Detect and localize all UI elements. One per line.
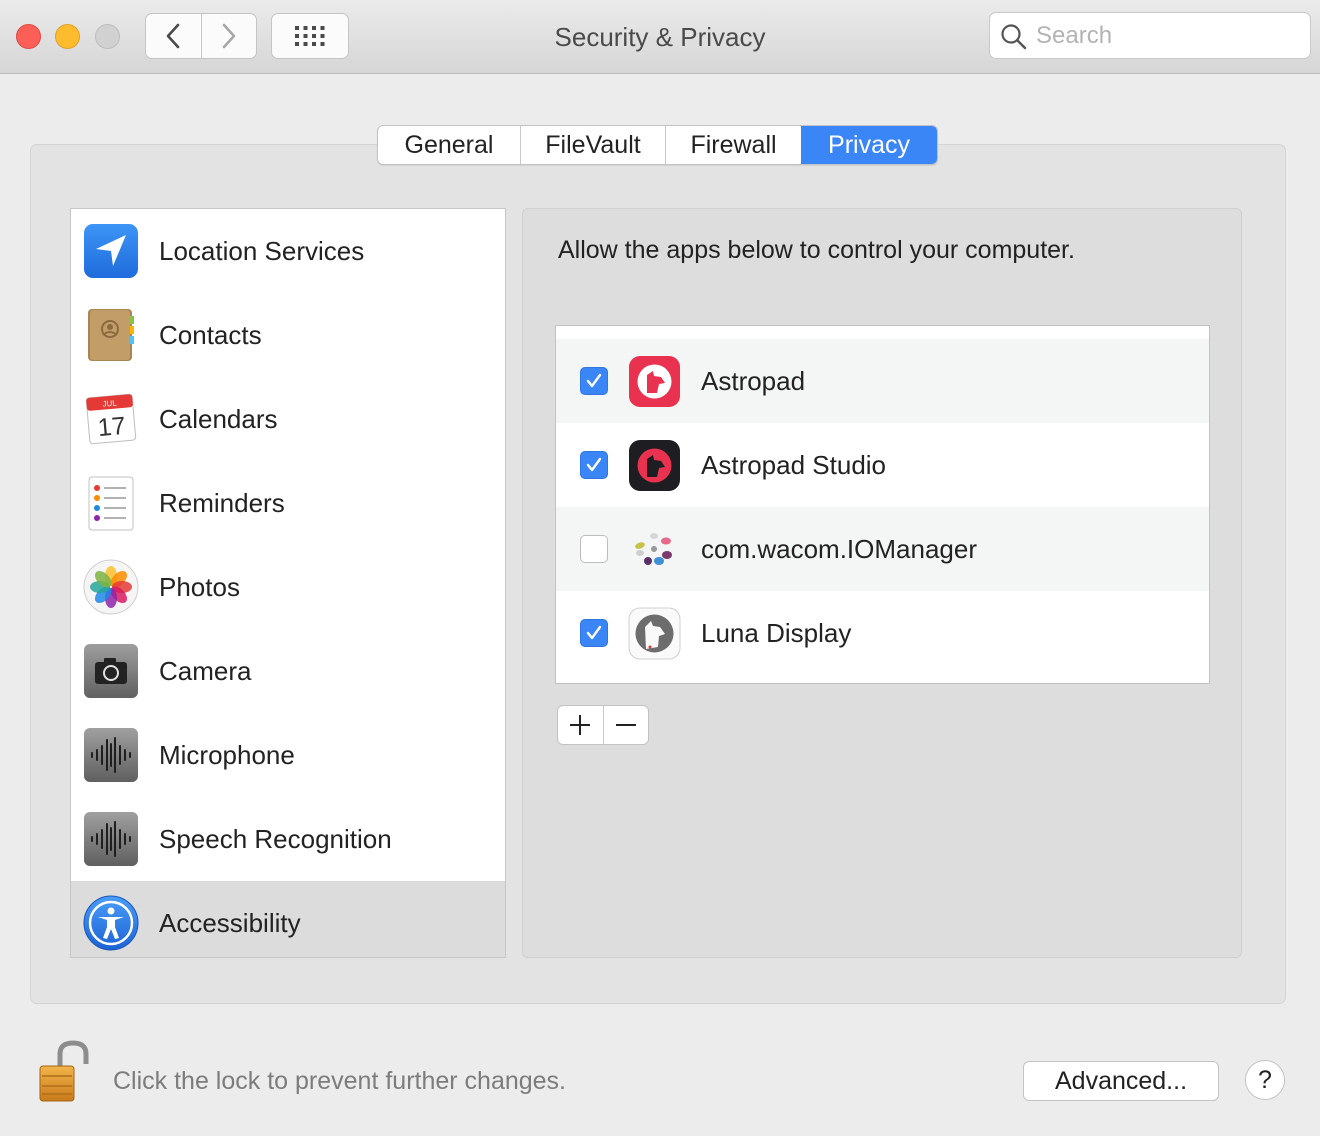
sidebar-item-contacts[interactable]: Contacts bbox=[71, 293, 505, 377]
camera-icon bbox=[84, 644, 138, 698]
sidebar-item-accessibility[interactable]: Accessibility bbox=[71, 881, 505, 957]
sidebar-item-label: Photos bbox=[159, 572, 240, 602]
search-field[interactable] bbox=[989, 12, 1311, 59]
checkmark-icon bbox=[586, 457, 602, 472]
calendar-month-label: JUL bbox=[102, 398, 118, 408]
help-button[interactable]: ? bbox=[1245, 1060, 1285, 1100]
list-item[interactable]: Astropad Studio bbox=[556, 423, 1209, 507]
tab-bar: General FileVault Firewall Privacy bbox=[377, 125, 938, 165]
photos-flower-icon bbox=[83, 559, 139, 615]
sidebar-item-microphone[interactable]: Microphone bbox=[71, 713, 505, 797]
microphone-waveform-icon bbox=[84, 728, 138, 782]
title-bar: Security & Privacy bbox=[0, 0, 1320, 74]
wacom-icon bbox=[635, 533, 672, 565]
list-item[interactable]: Luna Display bbox=[556, 591, 1209, 675]
app-checkbox[interactable] bbox=[580, 619, 608, 647]
tab-firewall[interactable]: Firewall bbox=[665, 126, 801, 164]
app-name: com.wacom.IOManager bbox=[701, 534, 977, 564]
calendar-day-label: 17 bbox=[97, 412, 127, 442]
accessibility-figure-icon bbox=[83, 895, 139, 951]
app-name: Luna Display bbox=[701, 618, 852, 648]
search-input[interactable] bbox=[1036, 21, 1296, 51]
astropad-studio-icon bbox=[629, 440, 680, 491]
privacy-category-list: Location Services Contacts JUL 17 Calend… bbox=[70, 208, 506, 958]
app-checkbox[interactable] bbox=[580, 451, 608, 479]
sidebar-item-camera[interactable]: Camera bbox=[71, 629, 505, 713]
astropad-icon bbox=[629, 356, 680, 407]
sidebar-item-photos[interactable]: Photos bbox=[71, 545, 505, 629]
sidebar-item-label: Reminders bbox=[159, 488, 285, 518]
sidebar-item-speech-recognition[interactable]: Speech Recognition bbox=[71, 797, 505, 881]
location-arrow-icon bbox=[84, 224, 138, 278]
sidebar-item-calendars[interactable]: JUL 17 Calendars bbox=[71, 377, 505, 461]
advanced-button[interactable]: Advanced... bbox=[1023, 1061, 1219, 1101]
sidebar-item-label: Microphone bbox=[159, 740, 295, 770]
sidebar-item-label: Speech Recognition bbox=[159, 824, 392, 854]
lock-status-text: Click the lock to prevent further change… bbox=[113, 1067, 567, 1095]
sidebar-item-label: Calendars bbox=[159, 404, 278, 434]
add-remove-buttons bbox=[557, 705, 649, 745]
minus-icon bbox=[615, 724, 636, 726]
app-name: Astropad bbox=[701, 366, 806, 396]
sidebar-item-label: Camera bbox=[159, 656, 252, 686]
checkmark-icon bbox=[586, 373, 602, 388]
app-list: Astropad Astropad Studio com.wacom.IOMan… bbox=[555, 325, 1210, 684]
tab-filevault[interactable]: FileVault bbox=[520, 126, 665, 164]
tab-general[interactable]: General bbox=[378, 126, 520, 164]
app-checkbox[interactable] bbox=[580, 535, 608, 563]
unlocked-padlock-icon[interactable] bbox=[36, 1038, 90, 1104]
detail-description: Allow the apps below to control your com… bbox=[558, 236, 1075, 264]
app-checkbox[interactable] bbox=[580, 367, 608, 395]
calendar-icon: JUL 17 bbox=[85, 393, 137, 445]
sidebar-item-label: Location Services bbox=[159, 236, 365, 266]
list-item[interactable]: com.wacom.IOManager bbox=[556, 507, 1209, 591]
tab-privacy[interactable]: Privacy bbox=[801, 126, 937, 164]
remove-app-button[interactable] bbox=[602, 706, 649, 744]
app-name: Astropad Studio bbox=[701, 450, 887, 480]
reminders-list-icon bbox=[88, 476, 134, 531]
luna-display-icon bbox=[628, 607, 681, 660]
list-item[interactable]: Astropad bbox=[556, 339, 1209, 423]
sidebar-item-label: Accessibility bbox=[159, 908, 301, 938]
add-app-button[interactable] bbox=[558, 706, 603, 744]
sidebar-item-label: Contacts bbox=[159, 320, 262, 350]
sidebar-item-location-services[interactable]: Location Services bbox=[71, 209, 505, 293]
checkmark-icon bbox=[586, 625, 602, 640]
plus-icon bbox=[570, 715, 591, 735]
contacts-book-icon bbox=[88, 309, 134, 361]
speech-waveform-icon bbox=[84, 812, 138, 866]
sidebar-item-reminders[interactable]: Reminders bbox=[71, 461, 505, 545]
search-icon bbox=[1001, 24, 1027, 50]
